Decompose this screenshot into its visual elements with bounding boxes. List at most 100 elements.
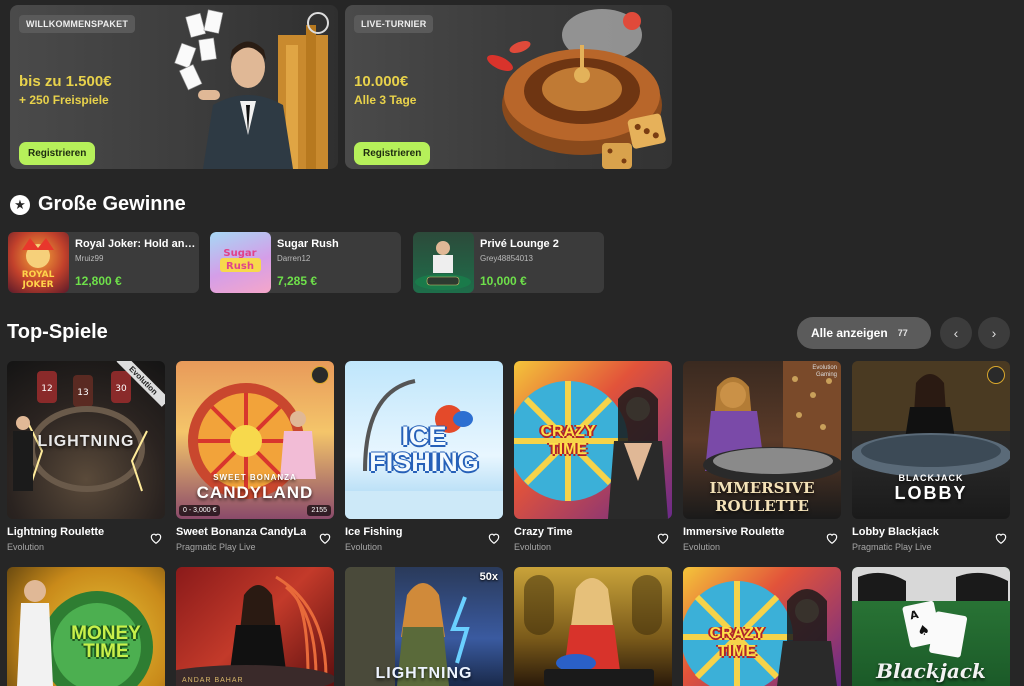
promo-badge: LIVE-TURNIER [354, 15, 434, 33]
feature-badge-icon [311, 366, 329, 384]
tile-title: MONEY TIME [71, 623, 141, 662]
next-arrow-button[interactable]: › [978, 317, 1010, 349]
tile-title: IMMERSIVE ROULETTE [709, 479, 815, 515]
win-amount: 7,285 € [277, 274, 318, 288]
show-all-button[interactable]: Alle anzeigen 77 [797, 317, 931, 349]
win-amount: 10,000 € [480, 274, 527, 288]
promo-subline: Alle 3 Tage [354, 93, 417, 107]
game-card-sweet-bonanza-candyland[interactable]: SWEET BONANZA CANDYLAND 0 - 3,000 € 2155… [176, 361, 334, 552]
win-game-name: Royal Joker: Hold an… [75, 238, 195, 250]
roulette-wheel-illustration [487, 9, 666, 169]
win-game-name: Privé Lounge 2 [480, 238, 559, 250]
svg-text:ROYAL: ROYAL [22, 270, 55, 280]
game-provider: Evolution [514, 542, 552, 552]
tile-subtitle: SWEET BONANZA [213, 473, 297, 482]
bet-range-chip: 0 - 3,000 € [179, 505, 221, 516]
svg-text:13: 13 [77, 388, 88, 398]
tile-title: LOBBY [894, 483, 968, 503]
svg-text:Sugar: Sugar [223, 248, 256, 259]
game-card-ice-fishing[interactable]: ICE FISHING Ice Fishing Evolution [345, 361, 503, 552]
win-game-name: Sugar Rush [277, 238, 339, 250]
svg-text:30: 30 [115, 384, 127, 394]
win-username: Grey48854013 [480, 254, 533, 263]
tile-title: CANDYLAND [196, 483, 314, 502]
feature-badge-icon [987, 366, 1005, 384]
game-title: Crazy Time [514, 526, 573, 538]
game-card-andar-bahar[interactable]: ANDAR BAHAR [176, 567, 334, 686]
promo-amount: bis zu 1.500€ [19, 73, 112, 90]
heart-icon[interactable] [149, 531, 163, 545]
game-title: Lightning Roulette [7, 526, 105, 538]
register-button[interactable]: Registrieren [354, 142, 431, 165]
star-icon: ★ [10, 194, 30, 215]
tile-title: CRAZY TIME [540, 423, 596, 458]
game-tile[interactable]: IMMERSIVE ROULETTE Evolution Gaming [683, 361, 841, 519]
game-card-lightning-roulette[interactable]: 12 13 30 LIGHTNING Evolution Lightning R… [7, 361, 165, 552]
heart-icon[interactable] [656, 531, 670, 545]
game-tile[interactable]: ANDAR BAHAR [176, 567, 334, 686]
game-provider: Pragmatic Play Live [176, 542, 256, 552]
register-button[interactable]: Registrieren [19, 142, 96, 165]
game-tile[interactable]: MONEY TIME [7, 567, 165, 686]
tile-title: ANDAR BAHAR [182, 677, 244, 684]
game-tile[interactable]: 12 13 30 LIGHTNING Evolution [7, 361, 165, 519]
game-card-lightning-storm[interactable]: 50x LIGHTNING [345, 567, 503, 686]
game-tile[interactable]: 50x LIGHTNING [345, 567, 503, 686]
game-count-badge: 77 [897, 328, 908, 338]
game-title: Lobby Blackjack [852, 526, 939, 538]
tile-subtitle: BLACKJACK [898, 473, 964, 483]
multiplier-badge: 50x [479, 571, 498, 583]
game-tile[interactable]: SWEET BONANZA CANDYLAND 0 - 3,000 € 2155 [176, 361, 334, 519]
win-amount: 12,800 € [75, 274, 122, 288]
game-tile[interactable]: A ♠ Blackjack [852, 567, 1010, 686]
game-title: Sweet Bonanza CandyLa… [176, 526, 306, 538]
prive-lounge-thumbnail [413, 232, 474, 293]
heart-icon[interactable] [825, 531, 839, 545]
tile-title: Blackjack [876, 659, 986, 683]
game-tile[interactable] [514, 567, 672, 686]
host-with-cards-illustration [174, 9, 329, 169]
provider-logo: Evolution Gaming [812, 365, 837, 378]
tile-title: LIGHTNING [375, 665, 473, 682]
win-username: Mruiz99 [75, 254, 104, 263]
svg-text:JOKER: JOKER [21, 280, 53, 290]
game-provider: Evolution [345, 542, 383, 552]
royal-joker-thumbnail: ROYAL JOKER [8, 232, 69, 293]
big-win-card[interactable]: Privé Lounge 2 Grey48854013 10,000 € [413, 232, 604, 293]
chevron-right-icon: › [991, 325, 997, 341]
heart-icon[interactable] [994, 531, 1008, 545]
game-tile[interactable]: ICE FISHING [345, 361, 503, 519]
heart-icon[interactable] [487, 531, 501, 545]
game-provider: Pragmatic Play Live [852, 542, 932, 552]
promo-subline: + 250 Freispiele [19, 93, 109, 107]
tile-title: CRAZY TIME [709, 625, 765, 660]
promo-amount: 10.000€ [354, 73, 409, 90]
svg-text:Rush: Rush [226, 261, 254, 272]
game-tile[interactable]: CRAZY TIME [514, 361, 672, 519]
welcome-promo-banner[interactable]: WILLKOMMENSPAKET bis zu 1.500€ + 250 Fre… [10, 5, 338, 169]
game-card-crazy-time-2[interactable]: CRAZY TIME [683, 567, 841, 686]
game-card-immersive-roulette[interactable]: IMMERSIVE ROULETTE Evolution Gaming Imme… [683, 361, 841, 552]
game-tile[interactable]: CRAZY TIME [683, 567, 841, 686]
game-title: Ice Fishing [345, 526, 403, 538]
heart-icon[interactable] [318, 531, 332, 545]
tile-title: ICE FISHING [369, 421, 479, 477]
tournament-promo-banner[interactable]: LIVE-TURNIER 10.000€ Alle 3 Tage Registr… [345, 5, 672, 169]
game-title: Immersive Roulette [683, 526, 785, 538]
game-provider: Evolution [683, 542, 721, 552]
game-card-blackjack[interactable]: A ♠ Blackjack [852, 567, 1010, 686]
svg-text:12: 12 [41, 384, 52, 394]
prev-arrow-button[interactable]: ‹ [940, 317, 972, 349]
game-card-lobby-blackjack[interactable]: BLACKJACK LOBBY Lobby Blackjack Pragmati… [852, 361, 1010, 552]
tile-title: LIGHTNING [37, 433, 135, 450]
win-username: Darren12 [277, 254, 311, 263]
big-wins-title: Große Gewinne [38, 193, 186, 215]
big-win-card[interactable]: ROYAL JOKER Royal Joker: Hold an… Mruiz9… [8, 232, 199, 293]
game-card-crazy-time[interactable]: CRAZY TIME Crazy Time Evolution [514, 361, 672, 552]
game-card-roulette-lounge[interactable] [514, 567, 672, 686]
game-card-money-time[interactable]: MONEY TIME [7, 567, 165, 686]
top-games-title: Top-Spiele [7, 321, 108, 343]
game-tile[interactable]: BLACKJACK LOBBY [852, 361, 1010, 519]
chevron-left-icon: ‹ [953, 325, 959, 341]
big-win-card[interactable]: Sugar Rush Sugar Rush Darren12 7,285 € [210, 232, 401, 293]
